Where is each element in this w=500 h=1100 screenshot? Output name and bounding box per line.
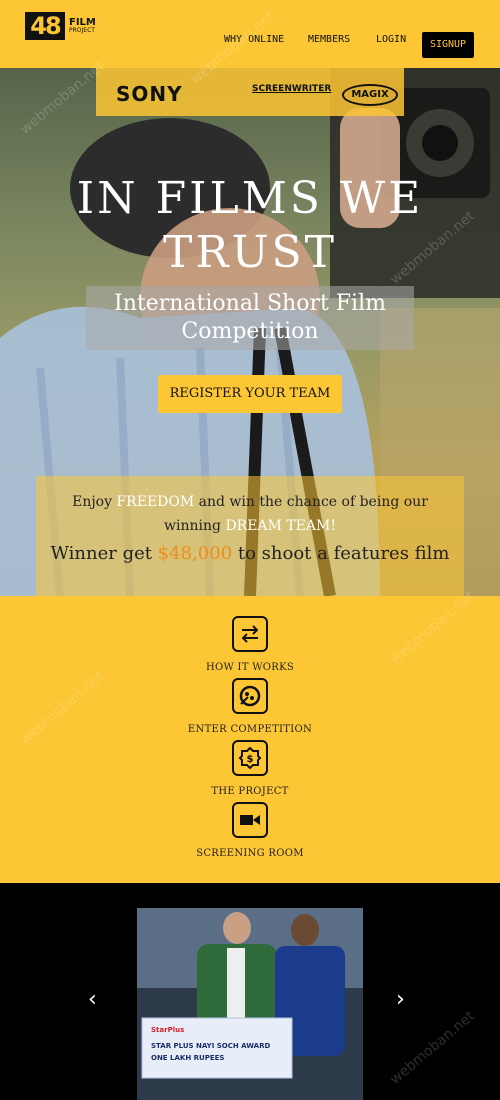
feature-label: ENTER COMPETITION — [187, 724, 313, 735]
nav-login[interactable]: LOGIN — [376, 34, 406, 45]
logo-number: 48 — [25, 12, 65, 40]
features-section: HOW IT WORKS ENTER COMPETITION $ THE PRO… — [0, 596, 500, 883]
carousel-prev-arrow[interactable]: ‹ — [88, 987, 97, 1012]
svg-text:$: $ — [247, 754, 254, 765]
winner-suffix: to shoot a features film — [232, 543, 450, 564]
award-check-line2: ONE LAKH RUPEES — [151, 1054, 224, 1062]
feature-enter-competition[interactable]: ENTER COMPETITION — [150, 678, 350, 735]
promo-prefix: Enjoy — [72, 494, 117, 510]
carousel-next-arrow[interactable]: › — [396, 987, 405, 1012]
video-camera-icon — [232, 802, 268, 838]
logo[interactable]: 48 FILM PROJECT — [25, 12, 96, 40]
award-photo-image: StarPlus STAR PLUS NAYI SOCH AWARD ONE L… — [137, 908, 363, 1100]
hero-subtitle: International Short Film Competition — [86, 286, 414, 350]
feature-label: SCREENING ROOM — [196, 848, 304, 859]
promo-box: Enjoy FREEDOM and win the chance of bein… — [36, 476, 464, 596]
photo-carousel: StarPlus STAR PLUS NAYI SOCH AWARD ONE L… — [0, 883, 500, 1100]
sponsor-sony-logo: SONY — [116, 82, 183, 106]
carousel-photo: StarPlus STAR PLUS NAYI SOCH AWARD ONE L… — [137, 908, 363, 1100]
hero-section: SONY SCREENWRITER MAGIX IN FILMS WE TRUS… — [0, 68, 500, 596]
promo-text: Enjoy FREEDOM and win the chance of bein… — [36, 490, 464, 538]
feature-label: THE PROJECT — [211, 786, 289, 797]
nav-why-online[interactable]: WHY ONLINE — [224, 34, 284, 45]
nav-members[interactable]: MEMBERS — [308, 34, 350, 45]
promo-freedom: FREEDOM — [116, 494, 195, 510]
badge-dollar-icon: $ — [232, 740, 268, 776]
logo-text: FILM PROJECT — [69, 18, 96, 34]
feature-screening-room[interactable]: SCREENING ROOM — [150, 802, 350, 859]
feature-the-project[interactable]: $ THE PROJECT — [150, 740, 350, 797]
sponsor-screenwriter-logo: SCREENWRITER — [252, 84, 332, 94]
sponsor-magix-logo: MAGIX — [342, 84, 398, 106]
exchange-arrows-icon — [232, 616, 268, 652]
promo-dream-team: DREAM TEAM! — [225, 518, 336, 534]
winner-text: Winner get $48,000 to shoot a features f… — [36, 542, 464, 566]
feature-how-it-works[interactable]: HOW IT WORKS — [150, 616, 350, 673]
winner-prefix: Winner get — [50, 543, 158, 564]
winner-amount: $48,000 — [157, 543, 233, 564]
film-reel-icon — [232, 678, 268, 714]
logo-line2: PROJECT — [69, 27, 95, 34]
hero-title: IN FILMS WE TRUST — [76, 173, 424, 278]
register-team-button[interactable]: REGISTER YOUR TEAM — [158, 375, 342, 413]
award-check-line1: STAR PLUS NAYI SOCH AWARD — [151, 1042, 270, 1050]
starplus-brand: StarPlus — [151, 1026, 184, 1034]
feature-label: HOW IT WORKS — [205, 662, 295, 673]
signup-button[interactable]: SIGNUP — [422, 32, 474, 58]
site-header: 48 FILM PROJECT WHY ONLINE MEMBERS LOGIN… — [0, 0, 500, 68]
sponsor-bar: SONY SCREENWRITER MAGIX — [96, 68, 404, 116]
